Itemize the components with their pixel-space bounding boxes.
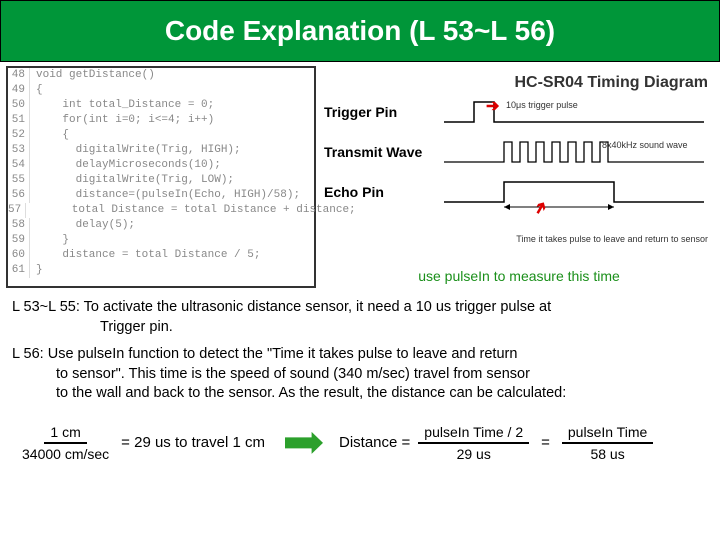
- content-row: 48void getDistance() 49{ 50 int total_Di…: [0, 62, 720, 290]
- line-num: 51: [8, 113, 30, 128]
- slide-title: Code Explanation (L 53~L 56): [165, 15, 555, 47]
- text: to sensor". This time is the speed of so…: [12, 365, 708, 385]
- explanation-text: L 53~L 55: To activate the ultrasonic di…: [0, 290, 720, 420]
- numerator: pulseIn Time: [562, 424, 653, 444]
- line-code: {: [30, 128, 69, 143]
- line-code: distance = total Distance / 5;: [30, 248, 260, 263]
- equals-sign: =: [537, 434, 554, 451]
- line-num: 50: [8, 98, 30, 113]
- line-code: distance=(pulseIn(Echo, HIGH)/58);: [30, 188, 300, 203]
- fraction-2: pulseIn Time / 2 29 us: [418, 424, 529, 462]
- echo-label: Echo Pin: [324, 184, 434, 200]
- text: L 56: Use pulseIn function to detect the…: [12, 346, 517, 362]
- line-num: 57: [8, 203, 26, 218]
- denominator: 34000 cm/sec: [22, 444, 109, 462]
- line-num: 55: [8, 173, 30, 188]
- formula-row: 1 cm 34000 cm/sec = 29 us to travel 1 cm…: [0, 420, 720, 462]
- line-code: void getDistance(): [30, 68, 155, 83]
- line-code: digitalWrite(Trig, HIGH);: [30, 143, 241, 158]
- echo-waveform: [434, 172, 714, 212]
- numerator: pulseIn Time / 2: [418, 424, 529, 444]
- line-num: 49: [8, 83, 30, 98]
- line-code: }: [30, 263, 43, 278]
- slide-header: Code Explanation (L 53~L 56): [0, 0, 720, 62]
- line-code: total Distance = total Distance + distan…: [26, 203, 355, 218]
- line-num: 54: [8, 158, 30, 173]
- line-num: 48: [8, 68, 30, 83]
- text: Trigger pin.: [12, 318, 708, 338]
- line-num: 60: [8, 248, 30, 263]
- line-code: delay(5);: [30, 218, 135, 233]
- line-code: digitalWrite(Trig, LOW);: [30, 173, 234, 188]
- transmit-row: Transmit Wave 8x40kHz sound wave: [324, 132, 714, 172]
- equals-text: = 29 us to travel 1 cm: [117, 434, 269, 451]
- trigger-waveform: [434, 92, 714, 132]
- explain-p2: L 56: Use pulseIn function to detect the…: [12, 345, 708, 404]
- line-num: 61: [8, 263, 30, 278]
- line-num: 52: [8, 128, 30, 143]
- code-listing: 48void getDistance() 49{ 50 int total_Di…: [6, 66, 316, 288]
- denominator: 58 us: [590, 444, 624, 462]
- transmit-label: Transmit Wave: [324, 144, 434, 160]
- line-num: 59: [8, 233, 30, 248]
- line-code: int total_Distance = 0;: [30, 98, 214, 113]
- line-code: }: [30, 233, 69, 248]
- echo-row: Echo Pin ➔: [324, 172, 714, 212]
- denominator: 29 us: [457, 444, 491, 462]
- timing-diagram: HC-SR04 Timing Diagram Trigger Pin ➔ 10μ…: [324, 66, 714, 288]
- transmit-waveform: [434, 132, 714, 172]
- line-num: 58: [8, 218, 30, 233]
- trigger-note: 10μs trigger pulse: [506, 100, 578, 110]
- numerator: 1 cm: [44, 424, 86, 444]
- trigger-label: Trigger Pin: [324, 104, 434, 120]
- fraction-3: pulseIn Time 58 us: [562, 424, 653, 462]
- fraction-1: 1 cm 34000 cm/sec: [22, 424, 109, 462]
- line-num: 53: [8, 143, 30, 158]
- line-code: for(int i=0; i<=4; i++): [30, 113, 214, 128]
- line-num: 56: [8, 188, 30, 203]
- explain-p1: L 53~L 55: To activate the ultrasonic di…: [12, 298, 708, 337]
- text: to the wall and back to the sensor. As t…: [12, 384, 708, 404]
- line-code: delayMicroseconds(10);: [30, 158, 221, 173]
- distance-label: Distance =: [339, 434, 410, 451]
- line-code: {: [30, 83, 43, 98]
- arrow-right-icon: [285, 432, 323, 454]
- diagram-title: HC-SR04 Timing Diagram: [324, 66, 714, 92]
- transmit-note: 8x40kHz sound wave: [602, 140, 688, 150]
- echo-note: Time it takes pulse to leave and return …: [516, 234, 708, 244]
- trigger-row: Trigger Pin ➔ 10μs trigger pulse: [324, 92, 714, 132]
- text: L 53~L 55: To activate the ultrasonic di…: [12, 299, 551, 315]
- diagram-caption: use pulseIn to measure this time: [324, 268, 714, 284]
- arrow-icon: ➔: [486, 96, 499, 116]
